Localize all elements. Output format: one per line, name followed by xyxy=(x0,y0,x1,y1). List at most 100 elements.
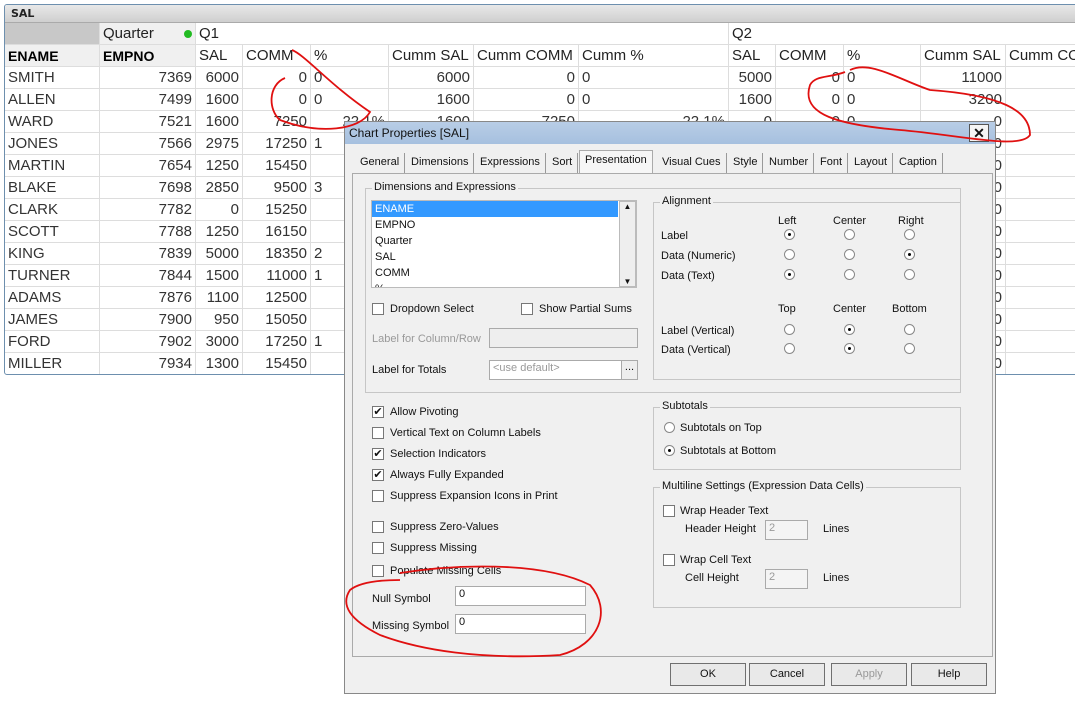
option-label: Selection Indicators xyxy=(390,448,486,460)
table-cell: 7654 xyxy=(100,155,196,177)
option-checkbox[interactable] xyxy=(372,490,384,502)
list-scrollbar[interactable]: ▲ ▼ xyxy=(619,201,636,287)
alignment-radio[interactable] xyxy=(784,229,795,240)
wrap-header-checkbox[interactable] xyxy=(663,505,675,517)
dims-group-label: Dimensions and Expressions xyxy=(372,181,518,193)
list-item[interactable]: EMPNO xyxy=(372,217,618,233)
list-item[interactable]: Quarter xyxy=(372,233,618,249)
option-checkbox[interactable] xyxy=(372,542,384,554)
label-totals-input[interactable]: <use default> xyxy=(489,360,622,380)
row-label[interactable]: KING xyxy=(5,243,100,265)
valign-radio[interactable] xyxy=(904,324,915,335)
cancel-button[interactable]: Cancel xyxy=(749,663,825,686)
alignment-radio[interactable] xyxy=(844,269,855,280)
valign-col-label: Center xyxy=(833,303,867,315)
list-item[interactable]: SAL xyxy=(372,249,618,265)
alignment-radio[interactable] xyxy=(844,249,855,260)
tab-style[interactable]: Style xyxy=(728,153,764,173)
row-label[interactable]: SCOTT xyxy=(5,221,100,243)
row-label[interactable]: WARD xyxy=(5,111,100,133)
ok-button[interactable]: OK xyxy=(670,663,746,686)
alignment-radio[interactable] xyxy=(904,249,915,260)
subtotals-at-bottom-radio[interactable] xyxy=(664,445,675,456)
valign-radio[interactable] xyxy=(784,324,795,335)
column-header[interactable]: Cumm CO xyxy=(1006,45,1075,67)
valign-radio[interactable] xyxy=(844,324,855,335)
option-checkbox[interactable]: ✔ xyxy=(372,469,384,481)
valign-row-label: Label (Vertical) xyxy=(661,325,735,337)
row-label[interactable]: ALLEN xyxy=(5,89,100,111)
subtotals-on-top-radio[interactable] xyxy=(664,422,675,433)
row-label[interactable]: JONES xyxy=(5,133,100,155)
column-header[interactable]: ENAME xyxy=(5,45,100,67)
row-label[interactable]: BLAKE xyxy=(5,177,100,199)
column-header[interactable]: SAL xyxy=(196,45,243,67)
option-checkbox[interactable] xyxy=(372,521,384,533)
list-item[interactable]: % xyxy=(372,281,618,287)
tab-expressions[interactable]: Expressions xyxy=(475,153,546,173)
row-label[interactable]: TURNER xyxy=(5,265,100,287)
column-header[interactable]: Cumm SAL xyxy=(389,45,474,67)
valign-radio[interactable] xyxy=(904,343,915,354)
row-label[interactable]: MARTIN xyxy=(5,155,100,177)
alignment-radio[interactable] xyxy=(904,229,915,240)
alignment-radio[interactable] xyxy=(784,269,795,280)
row-label[interactable]: MILLER xyxy=(5,353,100,374)
column-header[interactable]: SAL xyxy=(729,45,776,67)
missing-symbol-label: Missing Symbol xyxy=(372,620,450,632)
row-label[interactable]: JAMES xyxy=(5,309,100,331)
valign-radio[interactable] xyxy=(844,343,855,354)
option-checkbox[interactable] xyxy=(372,427,384,439)
row-label[interactable]: FORD xyxy=(5,331,100,353)
tab-number[interactable]: Number xyxy=(764,153,815,173)
dropdown-select-checkbox[interactable] xyxy=(372,303,384,315)
null-symbol-input[interactable]: 0 xyxy=(455,586,586,606)
column-header[interactable]: Cumm COMM xyxy=(474,45,579,67)
align-col-label: Center xyxy=(833,215,867,227)
column-header[interactable]: % xyxy=(311,45,389,67)
quarter-q2[interactable]: Q2 xyxy=(729,23,1075,45)
valign-radio[interactable] xyxy=(784,343,795,354)
column-header[interactable]: Cumm % xyxy=(579,45,729,67)
option-checkbox[interactable]: ✔ xyxy=(372,448,384,460)
help-button[interactable]: Help xyxy=(911,663,987,686)
dimension-label[interactable]: Quarter xyxy=(100,23,196,45)
column-header[interactable]: COMM xyxy=(776,45,844,67)
row-label[interactable]: CLARK xyxy=(5,199,100,221)
tab-caption[interactable]: Caption xyxy=(894,153,943,173)
table-cell xyxy=(1006,67,1075,89)
tab-general[interactable]: General xyxy=(355,153,406,173)
wrap-cell-checkbox[interactable] xyxy=(663,554,675,566)
header-height-spinner[interactable]: 2 xyxy=(765,520,808,540)
tab-font[interactable]: Font xyxy=(815,153,849,173)
alignment-radio[interactable] xyxy=(904,269,915,280)
cell-height-spinner[interactable]: 2 xyxy=(765,569,808,589)
tab-layout[interactable]: Layout xyxy=(849,153,894,173)
list-item[interactable]: ENAME xyxy=(372,201,618,217)
quarter-q1[interactable]: Q1 xyxy=(196,23,729,45)
alignment-radio[interactable] xyxy=(784,249,795,260)
show-partial-sums-checkbox[interactable] xyxy=(521,303,533,315)
close-icon[interactable]: ✕ xyxy=(969,124,989,142)
row-label[interactable]: ADAMS xyxy=(5,287,100,309)
column-header[interactable]: % xyxy=(844,45,921,67)
row-label[interactable]: SMITH xyxy=(5,67,100,89)
column-header[interactable]: COMM xyxy=(243,45,311,67)
table-cell: 15450 xyxy=(243,155,311,177)
tab-dimensions[interactable]: Dimensions xyxy=(406,153,475,173)
alignment-radio[interactable] xyxy=(844,229,855,240)
panel-title[interactable]: SAL xyxy=(5,5,1075,23)
option-checkbox[interactable]: ✔ xyxy=(372,406,384,418)
option-checkbox[interactable] xyxy=(372,565,384,577)
missing-symbol-input[interactable]: 0 xyxy=(455,614,586,634)
label-col-row-input[interactable] xyxy=(489,328,638,348)
column-header[interactable]: EMPNO xyxy=(100,45,196,67)
tab-sort[interactable]: Sort xyxy=(547,153,579,173)
tab-presentation[interactable]: Presentation xyxy=(579,150,653,174)
list-item[interactable]: COMM xyxy=(372,265,618,281)
dims-list[interactable]: ENAMEEMPNOQuarterSALCOMM% xyxy=(371,200,637,288)
browse-button[interactable]: ... xyxy=(621,360,638,380)
column-header[interactable]: Cumm SAL xyxy=(921,45,1006,67)
tab-visual-cues[interactable]: Visual Cues xyxy=(657,153,727,173)
apply-button[interactable]: Apply xyxy=(831,663,907,686)
